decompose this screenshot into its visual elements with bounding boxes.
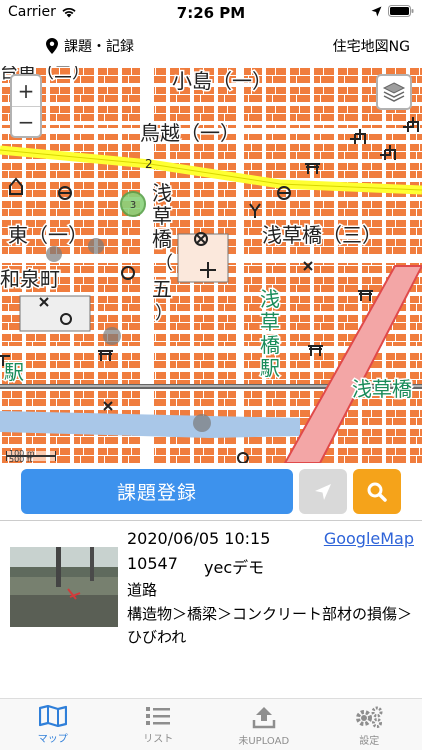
label-torigoe: 鳥越（一） <box>140 121 240 145</box>
map-icon <box>38 705 67 727</box>
map-pin-icon <box>46 38 58 54</box>
tab-map-label: マップ <box>37 734 68 745</box>
label-asakusabashi-5b: 草 <box>152 204 172 228</box>
record-category: 道路 <box>127 581 158 599</box>
label-station-2: 浅草橋 <box>352 377 412 401</box>
scale-bar: 100 m 500 ft <box>6 450 56 463</box>
google-map-link[interactable]: GoogleMap <box>324 529 414 548</box>
register-issue-button[interactable]: 課題登録 <box>21 469 293 514</box>
layers-icon <box>382 82 406 102</box>
map-canvas[interactable]: 3 2 台東（二） 小島（一） 鳥越（一） 浅草橋（三） 東（一） 和泉町 浅 … <box>0 66 422 463</box>
zoom-out-button[interactable]: − <box>12 106 40 136</box>
tab-map[interactable]: マップ <box>0 699 106 750</box>
zoom-in-button[interactable]: + <box>12 76 40 106</box>
status-right <box>371 5 414 17</box>
map-view[interactable]: 3 2 台東（二） 小島（一） 鳥越（一） 浅草橋（三） 東（一） 和泉町 浅 … <box>0 66 422 463</box>
location-arrow-icon <box>371 6 382 16</box>
label-asakusabashi-5d: （ <box>155 253 173 274</box>
nav-bar: 課題・記録 住宅地図NG <box>0 26 422 66</box>
record-datetime: 2020/06/05 10:15 <box>127 529 271 548</box>
label-higashi: 東（一） <box>8 223 88 247</box>
label-station-b: 草 <box>260 310 280 334</box>
tab-upload-label: 未UPLOAD <box>238 736 290 747</box>
tab-list[interactable]: リスト <box>106 699 212 750</box>
label-station-d: 駅 <box>260 356 280 380</box>
label-asakusabashi-5a: 浅 <box>152 181 172 205</box>
upload-icon <box>252 707 275 729</box>
record-id: 10547 <box>127 554 178 573</box>
route-number: 2 <box>145 157 153 171</box>
current-location-button[interactable] <box>299 469 347 514</box>
location-label: 課題・記録 <box>64 39 134 55</box>
navigation-arrow-icon <box>315 483 331 500</box>
label-asakusabashi-5f: ） <box>155 303 173 324</box>
gears-icon <box>356 706 383 728</box>
label-asakusabashi-5c: 橋 <box>152 227 172 251</box>
label-asakusabashi-3: 浅草橋（三） <box>262 223 382 247</box>
layers-button[interactable] <box>376 74 412 110</box>
record-photo[interactable] <box>10 547 118 627</box>
label-izumicho: 和泉町 <box>0 267 60 291</box>
scale-imperial: 500 ft <box>6 456 56 463</box>
label-kojima: 小島（一） <box>172 69 272 93</box>
location-selector[interactable]: 課題・記録 <box>46 36 134 56</box>
tab-bar: マップ リスト 未UPLOAD 設定 <box>0 698 422 750</box>
cluster-count: 3 <box>130 200 136 211</box>
tab-settings[interactable]: 設定 <box>317 699 422 750</box>
status-time: 7:26 PM <box>176 4 246 22</box>
label-station-c: 橋 <box>260 333 280 357</box>
list-icon <box>146 707 171 725</box>
status-bar: Carrier 7:26 PM <box>0 0 422 26</box>
label-station-a: 浅 <box>260 287 280 311</box>
label-eki-left: 駅 <box>4 360 24 384</box>
housing-map-status[interactable]: 住宅地図NG <box>333 36 410 56</box>
battery-icon <box>388 5 414 17</box>
action-bar: 課題登録 <box>0 467 422 517</box>
record-description: 構造物＞橋梁＞コンクリート部材の損傷＞ひびわれ <box>127 605 413 646</box>
label-asakusabashi-5e: 五 <box>152 277 172 301</box>
tab-settings-label: 設定 <box>359 736 380 747</box>
tab-list-label: リスト <box>143 734 174 745</box>
record-item[interactable]: 2020/06/05 10:15 GoogleMap 10547 yecデモ 道… <box>0 521 422 651</box>
search-icon <box>367 482 387 502</box>
search-button[interactable] <box>353 469 401 514</box>
zoom-control: + − <box>10 74 42 138</box>
record-user: yecデモ <box>204 558 265 577</box>
tab-upload[interactable]: 未UPLOAD <box>211 699 317 750</box>
